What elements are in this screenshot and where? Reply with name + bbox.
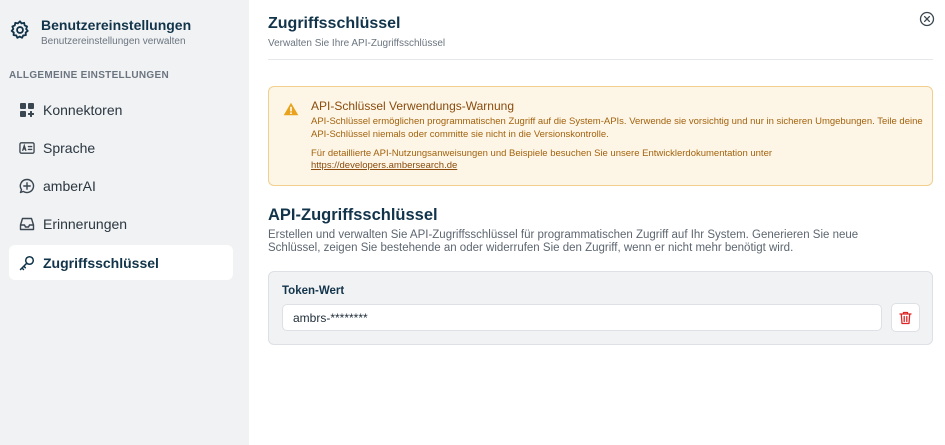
warning-link-intro: Für detaillierte API-Nutzungsanweisungen… (311, 148, 773, 159)
trash-icon (899, 311, 912, 324)
close-icon[interactable] (919, 11, 935, 27)
warning-alert: API-Schlüssel Verwendungs-Warnung API-Sc… (268, 86, 933, 186)
gear-icon (10, 20, 29, 39)
developer-docs-link[interactable]: https://developers.ambersearch.de (311, 160, 457, 173)
language-card-icon (19, 140, 35, 156)
page-subtitle: Verwalten Sie Ihre API-Zugriffsschlüssel (268, 38, 446, 49)
sidebar-item-label: Erinnerungen (43, 216, 128, 233)
page-title: Zugriffsschlüssel (268, 15, 401, 32)
header-divider (268, 59, 933, 60)
sidebar-nav: Konnektoren Sprache amberAI Erinnerungen… (9, 92, 233, 283)
sidebar-section-label: ALLGEMEINE EINSTELLUNGEN (9, 70, 169, 81)
sidebar-item-label: amberAI (43, 178, 96, 195)
warning-body: API-Schlüssel ermöglichen programmatisch… (311, 116, 923, 140)
delete-token-button[interactable] (891, 303, 920, 332)
sidebar-item-sprache[interactable]: Sprache (9, 130, 233, 165)
token-label: Token-Wert (282, 285, 345, 297)
section-description: Erstellen und verwalten Sie API-Zugriffs… (268, 229, 859, 254)
inbox-icon (19, 216, 35, 232)
sidebar-item-konnektoren[interactable]: Konnektoren (9, 92, 233, 127)
sidebar-title: Benutzereinstellungen (41, 17, 192, 33)
sidebar-item-label: Zugriffsschlüssel (43, 254, 159, 271)
ai-chat-icon (19, 178, 35, 194)
warning-triangle-icon (283, 102, 299, 116)
sidebar-item-label: Sprache (43, 139, 96, 156)
sidebar-item-erinnerungen[interactable]: Erinnerungen (9, 207, 233, 242)
token-value-field[interactable] (282, 304, 882, 331)
key-icon (19, 255, 35, 271)
token-card: Token-Wert (268, 271, 933, 345)
sidebar-item-label: Konnektoren (43, 101, 123, 118)
sidebar: Benutzereinstellungen Benutzereinstellun… (0, 0, 249, 445)
grid-plus-icon (19, 102, 35, 118)
warning-title: API-Schlüssel Verwendungs-Warnung (311, 99, 514, 113)
sidebar-item-amberai[interactable]: amberAI (9, 169, 233, 204)
section-title: API-Zugriffsschlüssel (268, 206, 438, 224)
sidebar-item-zugriffsschluessel[interactable]: Zugriffsschlüssel (9, 245, 233, 281)
sidebar-header: Benutzereinstellungen Benutzereinstellun… (9, 16, 191, 49)
sidebar-subtitle: Benutzereinstellungen verwalten (41, 36, 186, 47)
